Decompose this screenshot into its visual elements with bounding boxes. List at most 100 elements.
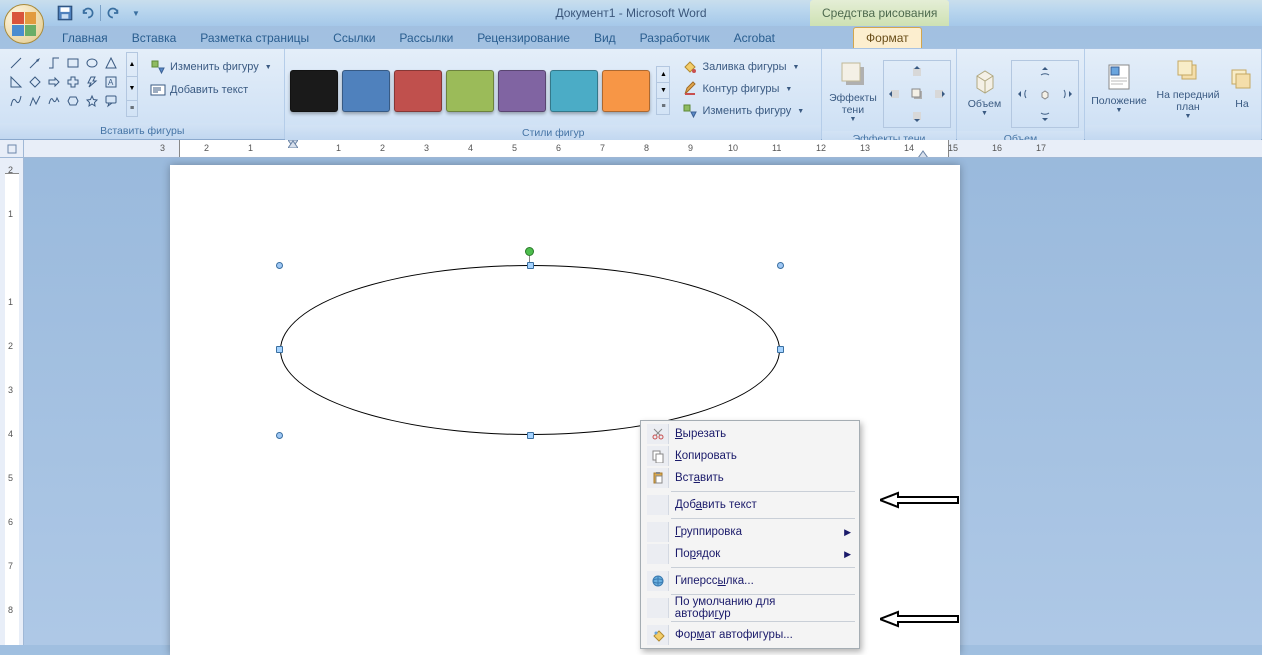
shapes-gallery[interactable]: A	[5, 52, 122, 112]
shape-rect[interactable]	[64, 54, 82, 72]
handle-w[interactable]	[276, 346, 283, 353]
shapes-scroll-up[interactable]: ▲	[127, 53, 137, 77]
shadow-effects-button[interactable]: Эффекты тени ▼	[827, 55, 879, 125]
3d-tilt-down[interactable]	[1034, 105, 1056, 127]
tab-format[interactable]: Формат	[853, 27, 922, 48]
undo-button[interactable]	[78, 4, 96, 22]
bucket-icon	[682, 59, 698, 75]
style-swatch-7[interactable]	[602, 70, 650, 112]
rotation-handle[interactable]	[525, 247, 534, 256]
style-swatch-6[interactable]	[550, 70, 598, 112]
shape-star[interactable]	[83, 92, 101, 110]
shapes-scroll-down[interactable]: ▼	[127, 77, 137, 101]
shape-outline-button[interactable]: Контур фигуры ▼	[678, 78, 808, 100]
3d-tilt-up[interactable]	[1034, 61, 1056, 83]
ctx-hyperlink[interactable]: Гиперссылка...	[643, 570, 857, 592]
style-scroll-up[interactable]: ▲	[657, 67, 669, 83]
handle-sw[interactable]	[276, 432, 283, 439]
blank-icon	[647, 495, 669, 515]
ctx-paste[interactable]: Вставить	[643, 467, 857, 489]
handle-nw[interactable]	[276, 262, 283, 269]
tab-developer[interactable]: Разработчик	[628, 28, 722, 48]
shape-arrow-r[interactable]	[45, 73, 63, 91]
style-swatch-4[interactable]	[446, 70, 494, 112]
shape-arrow[interactable]	[26, 54, 44, 72]
qat-more-button[interactable]: ▼	[127, 4, 145, 22]
shape-callout[interactable]	[102, 92, 120, 110]
right-indent-marker[interactable]	[918, 150, 928, 158]
tab-acrobat[interactable]: Acrobat	[722, 28, 787, 48]
3d-tilt-right[interactable]	[1056, 83, 1078, 105]
context-menu: Вырезать Копировать Вставить Добавить те…	[640, 420, 860, 649]
style-swatch-3[interactable]	[394, 70, 442, 112]
group-label-shape-styles: Стили фигур	[285, 125, 821, 141]
ruler-corner[interactable]	[0, 140, 24, 158]
ctx-default[interactable]: По умолчанию для автофигур	[643, 597, 857, 619]
tab-view[interactable]: Вид	[582, 28, 628, 48]
ctx-order[interactable]: Порядок ▶	[643, 543, 857, 565]
handle-n[interactable]	[527, 262, 534, 269]
ctx-copy-label: Копировать	[675, 450, 737, 462]
ctx-grouping[interactable]: Группировка ▶	[643, 521, 857, 543]
change-shape2-button[interactable]: Изменить фигуру ▼	[678, 100, 808, 122]
3d-effects-button[interactable]: Объем ▼	[962, 55, 1007, 125]
change-shape-button[interactable]: Изменить фигуру ▼	[146, 56, 276, 78]
send-back-button[interactable]: На	[1228, 52, 1256, 122]
ctx-cut[interactable]: Вырезать	[643, 423, 857, 445]
redo-button[interactable]	[105, 4, 123, 22]
shape-style-gallery[interactable]: ▲ ▼ ≡	[290, 52, 670, 115]
tab-home[interactable]: Главная	[50, 28, 120, 48]
shape-fill-button[interactable]: Заливка фигуры ▼	[678, 56, 808, 78]
bring-front-button[interactable]: На передний план ▼	[1152, 52, 1224, 122]
shape-curve[interactable]	[7, 92, 25, 110]
handle-s[interactable]	[527, 432, 534, 439]
shape-scribble[interactable]	[45, 92, 63, 110]
shape-textbox[interactable]: A	[102, 73, 120, 91]
3d-toggle[interactable]	[1034, 83, 1056, 105]
shape-lightning[interactable]	[83, 73, 101, 91]
shape-line[interactable]	[7, 54, 25, 72]
handle-e[interactable]	[777, 346, 784, 353]
tab-mailings[interactable]: Рассылки	[387, 28, 465, 48]
ctx-add-text[interactable]: Добавить текст	[643, 494, 857, 516]
ctx-paste-label: Вставить	[675, 472, 724, 484]
format-icon	[647, 625, 669, 645]
shape-freeform[interactable]	[26, 92, 44, 110]
shape-triangle[interactable]	[102, 54, 120, 72]
ctx-format[interactable]: Формат автофигуры...	[643, 624, 857, 646]
shape-ellipse[interactable]	[83, 54, 101, 72]
group-3d-effects: Объем ▼ Объем	[957, 49, 1085, 139]
hanging-indent-marker[interactable]	[288, 140, 298, 150]
bring-front-label: На передний план	[1154, 89, 1222, 113]
shape-ellipse-selected[interactable]	[280, 265, 780, 435]
style-scroll-down[interactable]: ▼	[657, 83, 669, 99]
shadow-toggle[interactable]	[906, 83, 928, 105]
style-swatch-2[interactable]	[342, 70, 390, 112]
position-button[interactable]: Положение ▼	[1090, 52, 1148, 122]
shape-rtriangle[interactable]	[7, 73, 25, 91]
style-swatch-1[interactable]	[290, 70, 338, 112]
shadow-nudge-left[interactable]	[884, 83, 906, 105]
shape-hexagon[interactable]	[64, 92, 82, 110]
save-button[interactable]	[56, 4, 74, 22]
tab-references[interactable]: Ссылки	[321, 28, 387, 48]
style-swatch-5[interactable]	[498, 70, 546, 112]
shadow-nudge-right[interactable]	[928, 83, 950, 105]
handle-ne[interactable]	[777, 262, 784, 269]
shape-plus[interactable]	[64, 73, 82, 91]
tab-review[interactable]: Рецензирование	[465, 28, 582, 48]
add-text-button[interactable]: Добавить текст	[146, 79, 276, 101]
ctx-copy[interactable]: Копировать	[643, 445, 857, 467]
horizontal-ruler[interactable]: 3 2 1 1 2 3 4 5 6 7 8 9 10 11 12 13 14 1…	[24, 140, 1262, 158]
shape-connector[interactable]	[45, 54, 63, 72]
office-button[interactable]	[4, 4, 44, 44]
shadow-nudge-down[interactable]	[906, 105, 928, 127]
vertical-ruler[interactable]: 2 1 1 2 3 4 5 6 7 8 9 10	[0, 158, 24, 645]
tab-insert[interactable]: Вставка	[120, 28, 189, 48]
style-more[interactable]: ≡	[657, 99, 669, 114]
shape-diamond[interactable]	[26, 73, 44, 91]
tab-layout[interactable]: Разметка страницы	[188, 28, 321, 48]
shapes-more[interactable]: ≡	[127, 101, 137, 116]
shadow-nudge-up[interactable]	[906, 61, 928, 83]
3d-tilt-left[interactable]	[1012, 83, 1034, 105]
